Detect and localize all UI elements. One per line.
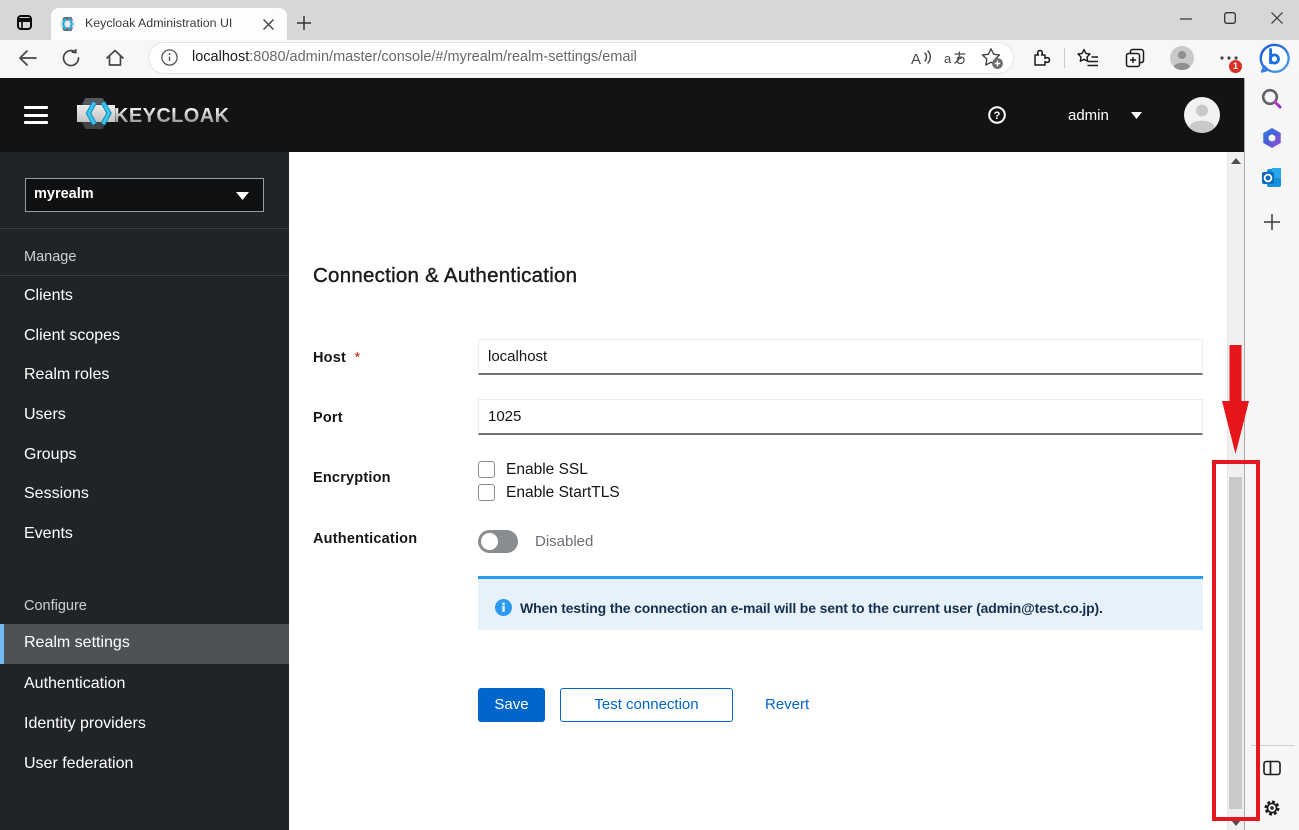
svg-text:A: A [911,51,921,68]
svg-text:?: ? [994,110,1001,122]
svg-text:a: a [944,51,952,66]
